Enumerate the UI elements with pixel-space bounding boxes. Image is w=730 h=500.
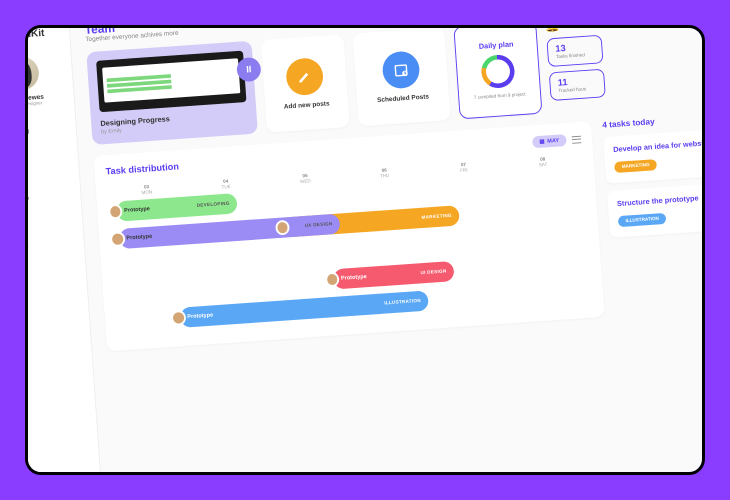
task-tag: ILLUSTRATION — [618, 213, 667, 227]
app-window: DashboardKit Jacob Dewes Creative Design… — [25, 25, 705, 475]
pause-button[interactable]: II — [236, 57, 262, 83]
dist-title: Task distribution — [105, 162, 179, 177]
main-content: Team Together everyone achives more II D… — [69, 25, 705, 475]
add-posts-card[interactable]: Add new posts — [261, 34, 350, 132]
avatar — [25, 56, 39, 91]
task-distribution: Task distribution ▦ MAY 03MON 04TUE 05WE… — [93, 121, 604, 351]
profile-role: Creative Designer — [25, 99, 71, 111]
donut-chart — [480, 54, 515, 89]
gantt-bar[interactable]: PrototypeILLUSTRATION — [171, 290, 429, 328]
profile[interactable]: Jacob Dewes Creative Designer — [25, 41, 75, 124]
tasks-title: 4 tasks today — [602, 117, 655, 130]
gantt-bar[interactable]: PrototypeDEVELOPING — [108, 193, 238, 222]
tasks-panel: 4 tasks today VIEW ALL Develop an idea f… — [602, 109, 705, 316]
task-card[interactable]: Structure the prototype 14 days ILLUSTRA… — [607, 180, 705, 238]
stat-column: 🔔 13 Tasks finished 11 Tracked hous — [545, 25, 607, 113]
daily-plan-card[interactable]: Daily plan 7 compited from 9 project — [453, 25, 542, 119]
scheduled-posts-card[interactable]: Scheduled Posts — [352, 27, 450, 126]
edit-icon — [285, 57, 324, 96]
calendar-icon — [381, 50, 420, 89]
task-card[interactable]: Develop an idea for website 3 days MARKE… — [603, 125, 705, 183]
gantt-bar[interactable]: PrototypeUI DESIGN — [325, 261, 455, 290]
menu-icon[interactable] — [572, 135, 582, 143]
stat-tasks: 13 Tasks finished — [546, 35, 603, 67]
hero-thumbnail — [96, 51, 246, 113]
calendar-small-icon: ▦ — [539, 138, 545, 145]
bell-icon[interactable]: 🔔 — [545, 25, 564, 33]
nav: Dashboard Users Products Team Schedule T… — [25, 117, 85, 260]
mid-row: Task distribution ▦ MAY 03MON 04TUE 05WE… — [93, 109, 705, 352]
task-tag: MARKETING — [614, 159, 657, 173]
gantt-chart: PrototypeDEVELOPING PrototypeMARKETING P… — [108, 169, 593, 340]
hero-card[interactable]: II Designing Progress by Emily — [86, 41, 258, 145]
month-button[interactable]: ▦ MAY — [532, 134, 567, 148]
nav-support[interactable]: Support — [25, 232, 84, 256]
stat-hours: 11 Tracked hous — [549, 69, 606, 101]
